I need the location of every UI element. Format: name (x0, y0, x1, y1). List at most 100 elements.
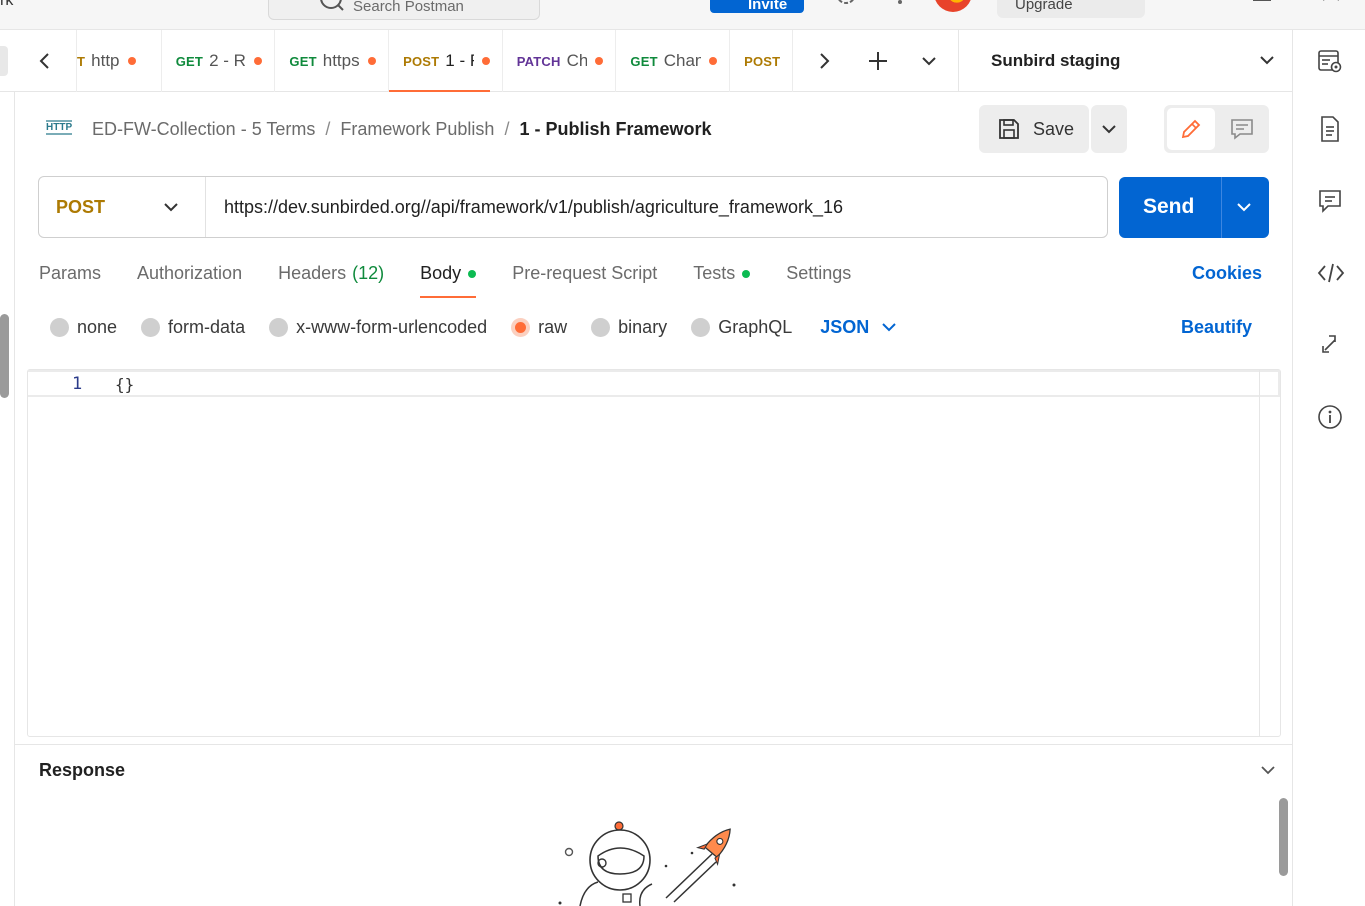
tab-title: Ch (566, 51, 588, 70)
save-icon (999, 119, 1019, 139)
body-type-raw[interactable]: raw (511, 317, 567, 338)
tab-request-5[interactable]: PATCH Ch (503, 30, 617, 92)
search-placeholder: Search Postman (353, 0, 464, 15)
tabs-scroll-left-button[interactable] (25, 30, 65, 92)
response-title: Response (39, 760, 126, 780)
tab-label: Pre-request Script (512, 263, 658, 283)
tab-request-2[interactable]: GET 2 - R (162, 30, 276, 92)
chevron-down-icon[interactable] (1236, 199, 1252, 217)
right-sidebar (1292, 30, 1365, 906)
documentation-icon[interactable] (1317, 115, 1343, 148)
method-value: POST (56, 197, 106, 217)
radio-circle-selected (511, 317, 531, 337)
tab-body[interactable]: Body (420, 262, 477, 298)
body-type-binary[interactable]: binary (591, 317, 667, 338)
new-tab-button[interactable] (858, 30, 898, 92)
radio-circle (269, 317, 289, 337)
tab-method: PATCH (516, 53, 561, 69)
save-button[interactable]: Save (979, 105, 1089, 153)
environment-name: Sunbird staging (991, 51, 1121, 70)
breadcrumb-folder[interactable]: Framework Publish (340, 119, 494, 140)
body-type-form-data[interactable]: form-data (141, 317, 245, 338)
info-icon[interactable] (1317, 404, 1343, 435)
method-select[interactable]: POST (39, 177, 206, 237)
tab-label: Tests (693, 263, 736, 283)
headers-count: (12) (352, 263, 385, 283)
tab-request-7[interactable]: POST htt (730, 30, 792, 92)
tab-request-1[interactable]: T http (77, 30, 162, 92)
tab-label: Headers (278, 263, 347, 283)
sidebar-scrollbar[interactable] (0, 314, 9, 398)
tab-request-active[interactable]: POST 1 - F (389, 30, 503, 92)
unsaved-dot (709, 57, 718, 65)
body-type-selector: none form-data x-www-form-urlencoded raw… (50, 314, 897, 340)
external-window-icon[interactable] (1252, 0, 1274, 15)
cookies-link[interactable]: Cookies (1192, 263, 1262, 284)
body-type-graphql[interactable]: GraphQL (691, 317, 792, 338)
tab-method: GET (630, 53, 658, 69)
workspace-name[interactable]: rk (0, 0, 13, 10)
tab-method: GET (175, 53, 204, 69)
close-icon[interactable] (1320, 0, 1342, 15)
collapse-response-icon[interactable] (1260, 762, 1276, 780)
chevron-left-icon (39, 53, 49, 69)
chevron-down-icon (1259, 52, 1275, 70)
tabs-scroll-right-button[interactable] (804, 30, 844, 92)
tab-request-3[interactable]: GET https (275, 30, 390, 92)
url-input[interactable] (224, 194, 1084, 220)
chevron-down-icon (163, 199, 179, 217)
tab-headers[interactable]: Headers (12) (278, 262, 384, 298)
tab-label: Authorization (137, 263, 243, 283)
http-request-icon: HTTP (44, 115, 74, 144)
editor-scrollbar-track[interactable] (1259, 370, 1260, 736)
unsaved-dot (481, 57, 490, 65)
radio-label: GraphQL (718, 316, 793, 337)
raw-language-select[interactable]: JSON (820, 317, 897, 338)
breadcrumb-separator: / (325, 118, 331, 139)
send-label: Send (1143, 195, 1195, 218)
settings-icon[interactable] (832, 0, 860, 15)
search-input[interactable]: Search Postman (268, 0, 540, 20)
body-type-urlencoded[interactable]: x-www-form-urlencoded (269, 317, 487, 338)
comments-icon[interactable] (1317, 188, 1343, 219)
chevron-down-icon (922, 57, 936, 66)
response-divider[interactable] (14, 744, 1292, 745)
top-header: rk Search Postman Invite Upgrade (0, 0, 1365, 30)
breadcrumb-collection[interactable]: ED-FW-Collection - 5 Terms (92, 119, 315, 140)
tab-label: Settings (786, 263, 852, 283)
tab-pre-request-script[interactable]: Pre-request Script (512, 262, 657, 298)
code-snippet-icon[interactable] (1317, 261, 1345, 290)
comment-mode-button[interactable] (1218, 108, 1266, 150)
invite-button[interactable]: Invite (710, 0, 804, 13)
pencil-icon (1181, 119, 1201, 139)
tab-params[interactable]: Params (39, 262, 101, 298)
send-button[interactable]: Send (1119, 177, 1269, 238)
unsaved-dot (595, 57, 604, 65)
avatar[interactable] (934, 0, 972, 12)
unsaved-dot (127, 57, 136, 65)
tab-request-6[interactable]: GET Chan (616, 30, 731, 92)
tab-settings[interactable]: Settings (786, 262, 851, 298)
edit-mode-button[interactable] (1167, 108, 1215, 150)
tab-list-dropdown[interactable] (909, 30, 949, 92)
environment-selector[interactable]: Sunbird staging (958, 30, 1292, 92)
related-collections-icon[interactable] (1317, 332, 1343, 363)
comment-icon (1231, 119, 1253, 140)
environment-quick-look-icon[interactable] (1317, 48, 1343, 79)
body-type-none[interactable]: none (50, 317, 117, 338)
response-scrollbar[interactable] (1279, 798, 1288, 876)
body-editor[interactable]: 1 {} (27, 369, 1281, 737)
notifications-icon[interactable] (888, 0, 912, 15)
tab-label: Body (420, 263, 462, 283)
tab-authorization[interactable]: Authorization (137, 262, 242, 298)
beautify-button[interactable]: Beautify (1181, 317, 1252, 338)
chevron-down-icon (1102, 125, 1116, 134)
upgrade-button[interactable]: Upgrade (997, 0, 1145, 18)
view-mode-toggle (1164, 105, 1269, 153)
save-options-dropdown[interactable] (1091, 105, 1127, 153)
breadcrumb-request[interactable]: 1 - Publish Framework (519, 119, 711, 140)
tab-method: T (77, 53, 86, 69)
tab-title: http (91, 51, 120, 70)
code-content[interactable]: {} (115, 375, 134, 394)
tab-tests[interactable]: Tests (693, 262, 751, 298)
